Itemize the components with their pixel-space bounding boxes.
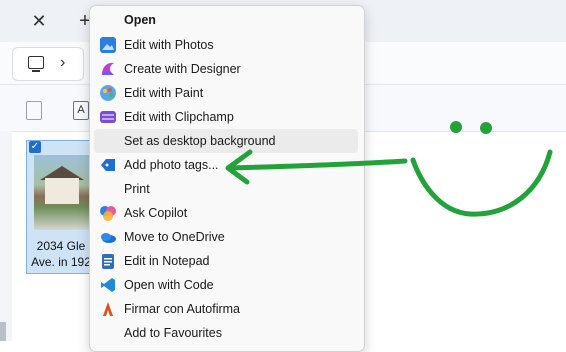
menu-item-label: Edit with Clipchamp xyxy=(124,110,234,124)
annotation-smile xyxy=(410,149,553,217)
menu-item-label: Edit with Paint xyxy=(124,86,204,100)
menu-item-label: Create with Designer xyxy=(124,62,241,76)
menu-item-label: Edit with Photos xyxy=(124,38,214,52)
menu-item-label: Add to Favourites xyxy=(124,326,222,340)
menu-item-add-photo-tags[interactable]: Add photo tags... xyxy=(94,153,358,177)
menu-item-add-to-favourites[interactable]: Add to Favourites xyxy=(94,321,358,345)
scrollbar-thumb[interactable] xyxy=(0,322,6,341)
menu-item-label: Move to OneDrive xyxy=(124,230,225,244)
menu-item-firmar-con-autofirma[interactable]: Firmar con Autofirma xyxy=(94,297,358,321)
menu-item-edit-with-photos[interactable]: Edit with Photos xyxy=(94,33,358,57)
copilot-icon xyxy=(100,206,116,221)
close-tab-icon[interactable]: ✕ xyxy=(28,10,50,32)
breadcrumb-chevron-icon[interactable]: › xyxy=(60,54,65,72)
paste-icon[interactable] xyxy=(26,101,42,120)
menu-item-set-as-desktop-background[interactable]: Set as desktop background xyxy=(94,129,358,153)
menu-item-label: Print xyxy=(124,182,150,196)
rename-icon[interactable]: A xyxy=(73,101,89,120)
menu-item-label: Edit in Notepad xyxy=(124,254,210,268)
menu-item-label: Open xyxy=(124,13,156,27)
navigation-pane-edge xyxy=(0,131,12,341)
menu-item-ask-copilot[interactable]: Ask Copilot xyxy=(94,201,358,225)
paint-icon xyxy=(100,85,116,101)
menu-item-label: Set as desktop background xyxy=(124,134,276,148)
clipchamp-icon xyxy=(100,111,116,123)
menu-item-label: Ask Copilot xyxy=(124,206,188,220)
menu-item-open[interactable]: Open xyxy=(94,8,358,32)
menu-item-edit-in-notepad[interactable]: Edit in Notepad xyxy=(94,249,358,273)
photos-icon xyxy=(100,37,116,53)
menu-item-move-to-onedrive[interactable]: Move to OneDrive xyxy=(94,225,358,249)
menu-item-label: Open with Code xyxy=(124,278,214,292)
selection-checkbox[interactable]: ✓ xyxy=(29,141,41,153)
address-field[interactable] xyxy=(12,47,84,81)
menu-item-create-with-designer[interactable]: Create with Designer xyxy=(94,57,358,81)
menu-item-print[interactable]: Print xyxy=(94,177,358,201)
this-pc-icon xyxy=(28,56,44,72)
house-shape xyxy=(45,178,79,204)
notepad-icon xyxy=(102,254,114,269)
designer-icon xyxy=(102,62,114,75)
menu-item-label: Add photo tags... xyxy=(124,158,219,172)
menu-item-edit-with-clipchamp[interactable]: Edit with Clipchamp xyxy=(94,105,358,129)
vscode-icon xyxy=(101,278,115,292)
onedrive-icon xyxy=(101,233,116,243)
menu-item-open-with-code[interactable]: Open with Code xyxy=(94,273,358,297)
tag-icon xyxy=(101,159,115,171)
file-name-label: 2034 Gle Ave. in 192 xyxy=(31,239,91,269)
menu-item-label: Firmar con Autofirma xyxy=(124,302,241,316)
autofirma-icon xyxy=(103,302,113,316)
context-menu: Open Edit with Photos Create with Designer… xyxy=(89,5,365,352)
menu-item-edit-with-paint[interactable]: Edit with Paint xyxy=(94,81,358,105)
